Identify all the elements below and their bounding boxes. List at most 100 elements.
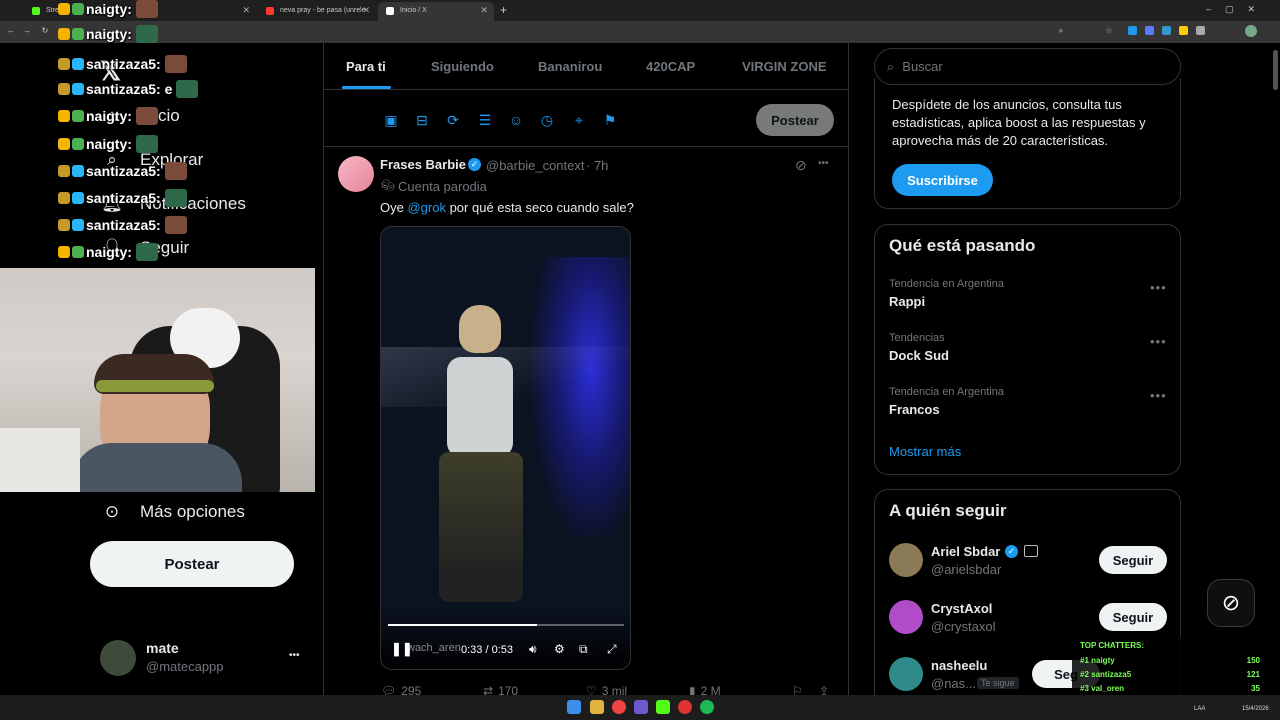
compose-post-button[interactable]: Postear bbox=[756, 104, 834, 136]
chatter-rank: #1 naigty bbox=[1080, 655, 1115, 665]
chatter-count: 121 bbox=[1246, 669, 1260, 679]
more-circle-icon: ⊙ bbox=[104, 502, 120, 521]
chat-username: santizaza5: bbox=[86, 163, 161, 179]
taskbar-lang[interactable]: LAA bbox=[1194, 706, 1205, 712]
folder-icon[interactable] bbox=[590, 700, 604, 714]
tab-bananirou[interactable]: Bananirou bbox=[538, 43, 602, 89]
profile-avatar[interactable] bbox=[1245, 25, 1257, 37]
poll-icon[interactable]: ☰ bbox=[476, 111, 494, 129]
taskbar-date[interactable]: 15/4/2026 bbox=[1242, 706, 1269, 712]
trend-more-icon[interactable]: ••• bbox=[1150, 334, 1167, 349]
chat-badge-icon bbox=[58, 3, 70, 15]
chat-username: naigty: bbox=[86, 1, 132, 17]
trend-name[interactable]: Rappi bbox=[889, 294, 925, 309]
window-controls[interactable]: –▢✕ bbox=[1206, 4, 1269, 15]
flag-icon[interactable]: ⚑ bbox=[601, 111, 619, 129]
trend-more-icon[interactable]: ••• bbox=[1150, 280, 1167, 295]
chat-badge-icon bbox=[58, 58, 70, 70]
video-progress-track[interactable] bbox=[388, 624, 624, 626]
author-avatar[interactable] bbox=[338, 156, 374, 192]
volume-icon[interactable]: 🔊︎ bbox=[529, 642, 537, 657]
mention-link[interactable]: @grok bbox=[407, 200, 446, 215]
scrollbar[interactable] bbox=[1273, 50, 1278, 90]
chat-message: santizaza5: bbox=[58, 189, 187, 207]
chat-badge-icon bbox=[72, 28, 84, 40]
user-name[interactable]: Ariel Sbdar bbox=[931, 544, 1000, 559]
grok-icon[interactable]: ⟳ bbox=[444, 111, 462, 129]
close-icon[interactable]: ✕ bbox=[242, 5, 250, 16]
author-handle[interactable]: @barbie_context bbox=[486, 158, 584, 173]
more-icon[interactable]: ••• bbox=[818, 158, 829, 169]
tab-para-ti[interactable]: Para ti bbox=[346, 43, 386, 89]
chrome-icon[interactable] bbox=[612, 700, 626, 714]
grok-icon[interactable]: ⊘ bbox=[1207, 579, 1255, 627]
video-player[interactable]: ❚❚ wach_aren 0:33 / 0:53 🔊︎ ⚙ ⧉ ⤢ bbox=[380, 226, 631, 670]
chat-badge-icon bbox=[58, 192, 70, 204]
author-name[interactable]: Frases Barbie bbox=[380, 157, 466, 172]
kick-icon bbox=[32, 7, 40, 15]
gif-icon[interactable]: ⊟ bbox=[413, 111, 431, 129]
trend-name[interactable]: Dock Sud bbox=[889, 348, 949, 363]
grok-icon[interactable]: ⊘ bbox=[795, 157, 807, 174]
obs-icon[interactable] bbox=[678, 700, 692, 714]
tweet-time[interactable]: · 7h bbox=[586, 158, 608, 173]
back-icon[interactable]: ← bbox=[6, 26, 16, 36]
new-tab-button[interactable]: + bbox=[500, 3, 507, 17]
tab-siguiendo[interactable]: Siguiendo bbox=[431, 43, 494, 89]
video-watermark: wach_aren bbox=[407, 642, 461, 654]
trend-name[interactable]: Francos bbox=[889, 402, 940, 417]
chat-emote-icon bbox=[164, 189, 187, 207]
reload-icon[interactable]: ↻ bbox=[40, 26, 50, 36]
search-icon[interactable]: ⌕ bbox=[1056, 26, 1066, 36]
chatter-row: #1 naigty 150 bbox=[1080, 653, 1260, 667]
follows-you-badge: Te sigue bbox=[977, 677, 1019, 689]
post-button[interactable]: Postear bbox=[90, 541, 294, 587]
user-name[interactable]: nasheelu bbox=[931, 658, 987, 673]
avatar[interactable] bbox=[889, 657, 923, 691]
app-icon[interactable] bbox=[634, 700, 648, 714]
subscribe-button[interactable]: Suscribirse bbox=[892, 164, 993, 196]
browser-tab-x[interactable]: Inicio / X ✕ bbox=[378, 2, 494, 21]
follow-button[interactable]: Seguir bbox=[1099, 546, 1167, 574]
avatar[interactable] bbox=[100, 640, 136, 676]
tab-420cap[interactable]: 420CAP bbox=[646, 43, 695, 89]
schedule-icon[interactable]: ◷ bbox=[538, 111, 556, 129]
browser-tab-youtube[interactable]: neva pray - be pasa (unrele ✕ bbox=[258, 2, 376, 21]
account-menu-icon[interactable]: ••• bbox=[289, 650, 300, 661]
close-icon[interactable]: ✕ bbox=[480, 5, 488, 16]
chat-message: naigty: bbox=[58, 0, 158, 18]
chat-badge-icon bbox=[72, 83, 84, 95]
image-icon[interactable]: ▣ bbox=[382, 111, 400, 129]
fullscreen-icon[interactable]: ⤢ bbox=[607, 642, 617, 657]
follow-button[interactable]: Seguir bbox=[1099, 603, 1167, 631]
video-time: 0:33 / 0:53 bbox=[461, 644, 513, 656]
extensions-icons[interactable] bbox=[1128, 26, 1238, 36]
chat-username: santizaza5: bbox=[86, 190, 161, 206]
close-icon[interactable]: ✕ bbox=[362, 5, 370, 16]
address-bar[interactable] bbox=[0, 21, 1280, 43]
pip-icon[interactable]: ⧉ bbox=[579, 642, 588, 657]
chat-badge-icon bbox=[72, 192, 84, 204]
tweet-text-part: por qué esta seco cuando sale? bbox=[445, 200, 634, 215]
x-logo-icon bbox=[386, 7, 394, 15]
trend-more-icon[interactable]: ••• bbox=[1150, 388, 1167, 403]
chat-emote-icon bbox=[164, 162, 187, 180]
affiliate-badge-icon bbox=[1024, 545, 1038, 557]
kick-icon[interactable] bbox=[656, 700, 670, 714]
avatar[interactable] bbox=[889, 600, 923, 634]
avatar[interactable] bbox=[889, 543, 923, 577]
user-name[interactable]: CrystAxol bbox=[931, 601, 992, 616]
nav-item-more[interactable]: ⊙ Más opciones bbox=[100, 494, 245, 530]
location-icon[interactable]: ⌖ bbox=[570, 111, 588, 129]
star-icon[interactable]: ☆ bbox=[1104, 26, 1114, 36]
settings-icon[interactable]: ⚙ bbox=[554, 642, 565, 656]
chat-username: naigty: bbox=[86, 244, 132, 260]
show-more-link[interactable]: Mostrar más bbox=[889, 444, 961, 459]
emoji-icon[interactable]: ☺ bbox=[507, 111, 525, 129]
forward-icon[interactable]: → bbox=[22, 26, 32, 36]
account-name: mate bbox=[146, 640, 179, 656]
spotify-icon[interactable] bbox=[700, 700, 714, 714]
tab-virgin-zone[interactable]: VIRGIN ZONE bbox=[742, 43, 827, 89]
windows-start-icon[interactable] bbox=[567, 700, 581, 714]
chat-badge-icon bbox=[72, 58, 84, 70]
